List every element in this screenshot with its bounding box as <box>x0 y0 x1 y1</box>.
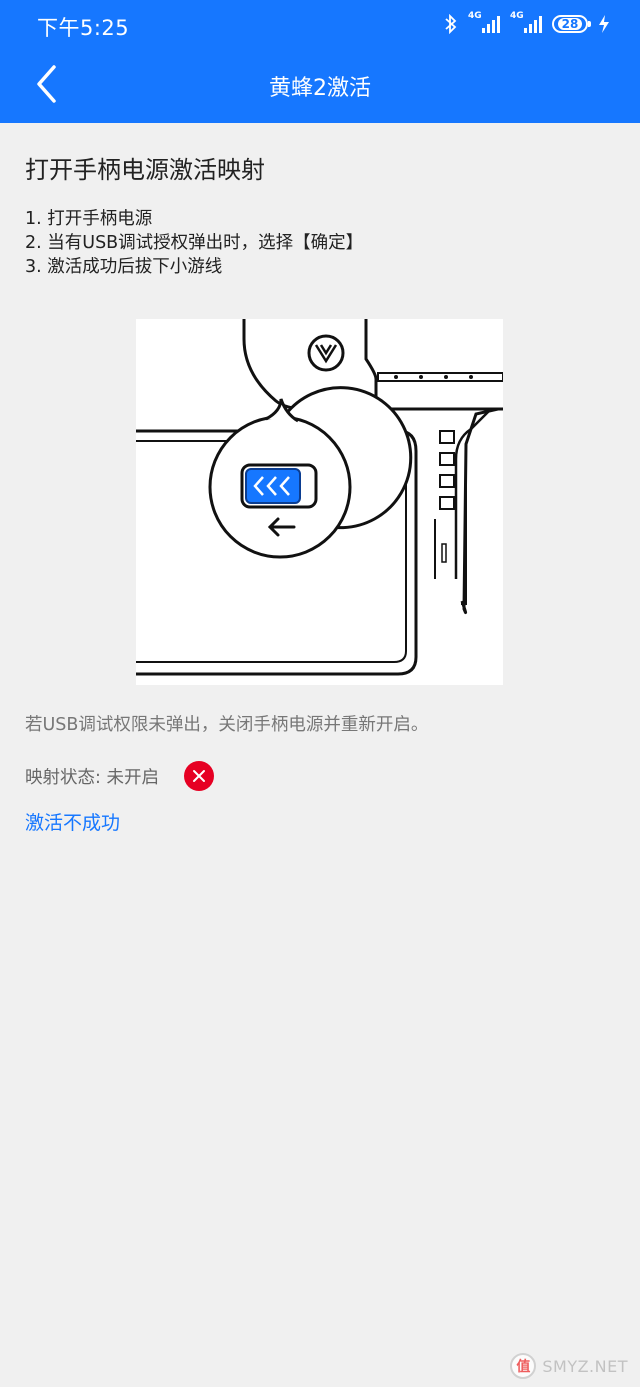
status-time: 下午5:25 <box>37 16 130 40</box>
controller-switch-diagram <box>136 319 504 676</box>
controller-illustration <box>136 319 504 685</box>
error-x-icon <box>183 761 214 791</box>
watermark-text: SMYZ.NET <box>542 1356 628 1376</box>
step-2: 2. 当有USB调试授权弹出时，选择【确定】 <box>25 233 364 253</box>
mapping-status-label: 映射状态: 未开启 <box>25 767 159 788</box>
signal-icon: 4G <box>468 11 500 35</box>
battery-icon: 28 <box>552 15 591 33</box>
charging-icon <box>599 15 609 33</box>
status-icons: 4G 4G 28 <box>444 11 610 36</box>
usb-hint-text: 若USB调试权限未弹出，关闭手柄电源并重新开启。 <box>25 715 429 735</box>
mapping-status-row: 映射状态: 未开启 <box>25 760 214 792</box>
signal-icon: 4G <box>510 11 542 35</box>
status-bar: 下午5:25 4G 4G 28 <box>0 0 640 46</box>
activation-failed-link[interactable]: 激活不成功 <box>25 808 120 835</box>
step-1: 1. 打开手柄电源 <box>25 209 153 229</box>
activation-heading: 打开手柄电源激活映射 <box>25 156 265 184</box>
page-title: 黄蜂2激活 <box>269 76 371 101</box>
instruction-steps: 1. 打开手柄电源 2. 当有USB调试授权弹出时，选择【确定】 3. 激活成功… <box>25 207 363 279</box>
app-bar: 黄蜂2激活 <box>0 46 640 123</box>
watermark-logo: 值 <box>510 1353 537 1379</box>
step-3: 3. 激活成功后拔下小游线 <box>25 257 223 277</box>
bluetooth-icon <box>445 14 457 34</box>
watermark: 值 SMYZ.NET <box>510 1353 628 1379</box>
battery-level: 28 <box>557 18 583 30</box>
